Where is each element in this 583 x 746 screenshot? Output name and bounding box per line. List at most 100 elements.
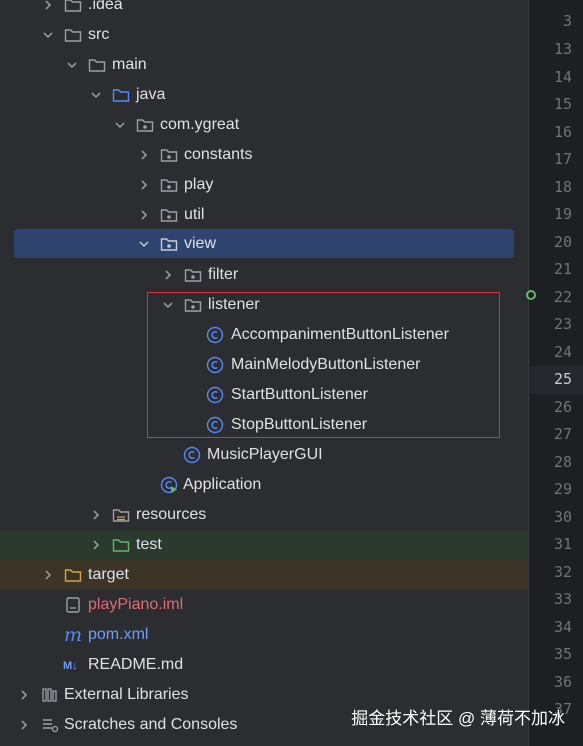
chevron-right-icon[interactable] <box>18 719 30 731</box>
chevron-right-icon[interactable] <box>138 209 150 221</box>
source-folder-icon <box>112 86 130 104</box>
line-number: 3 <box>562 12 572 30</box>
line-number: 36 <box>553 673 572 691</box>
chevron-right-icon[interactable] <box>90 509 102 521</box>
tree-item-target[interactable]: target <box>0 560 528 590</box>
svg-text:M↓: M↓ <box>63 660 78 672</box>
project-tree: .idea src main java com.ygreat constants… <box>0 0 528 746</box>
scratches-icon <box>41 716 59 734</box>
tree-item-label: resources <box>136 506 207 523</box>
line-number: 28 <box>553 453 572 471</box>
chevron-down-icon[interactable] <box>114 119 126 131</box>
package-icon <box>184 266 202 284</box>
line-number: 29 <box>553 480 572 498</box>
test-folder-icon <box>112 536 130 554</box>
tree-item-play[interactable]: play <box>0 170 528 200</box>
line-number: 15 <box>553 95 572 113</box>
chevron-down-icon[interactable] <box>42 29 54 41</box>
tree-item-constants[interactable]: constants <box>0 140 528 170</box>
tree-item-label: .idea <box>88 0 123 13</box>
runnable-class-icon <box>160 476 178 494</box>
highlight-box <box>147 292 500 438</box>
tree-item-label: util <box>184 206 205 223</box>
package-icon <box>136 116 154 134</box>
tree-item-label: Application <box>183 476 262 493</box>
line-number: 30 <box>553 508 572 526</box>
tree-item-com-ygreat[interactable]: com.ygreat <box>0 110 528 140</box>
tree-item-label: target <box>88 566 129 583</box>
resources-folder-icon <box>112 506 130 524</box>
line-number: 27 <box>553 425 572 443</box>
folder-icon <box>88 56 106 74</box>
line-number: 35 <box>553 645 572 663</box>
package-icon <box>160 176 178 194</box>
line-number: 21 <box>553 260 572 278</box>
tree-item-application[interactable]: Application <box>0 470 528 500</box>
tree-item-label: java <box>136 86 166 103</box>
chevron-right-icon[interactable] <box>42 0 54 11</box>
line-number: 17 <box>553 150 572 168</box>
chevron-right-icon[interactable] <box>138 179 150 191</box>
tree-item-label: constants <box>184 146 253 163</box>
tree-item-readme[interactable]: M↓ README.md <box>0 650 528 680</box>
line-number: 23 <box>553 315 572 333</box>
tree-item-idea[interactable]: .idea <box>0 0 528 20</box>
package-icon <box>160 206 178 224</box>
line-number: 14 <box>553 68 572 86</box>
line-number: 31 <box>553 535 572 553</box>
tree-item-label: view <box>184 235 217 252</box>
tree-item-util[interactable]: util <box>0 200 528 230</box>
line-number: 33 <box>553 590 572 608</box>
library-icon <box>41 686 59 704</box>
tree-item-java[interactable]: java <box>0 80 528 110</box>
excluded-folder-icon <box>64 566 82 584</box>
line-number: 20 <box>553 233 572 251</box>
tree-item-label: main <box>112 56 147 73</box>
tree-item-filter[interactable]: filter <box>0 260 528 290</box>
chevron-down-icon[interactable] <box>90 89 102 101</box>
chevron-right-icon[interactable] <box>42 569 54 581</box>
tree-item-label: Scratches and Consoles <box>64 716 238 733</box>
tree-item-label: src <box>88 26 110 43</box>
package-icon <box>160 146 178 164</box>
chevron-right-icon[interactable] <box>162 269 174 281</box>
maven-icon: m <box>63 624 83 646</box>
markdown-icon: M↓ <box>63 656 85 674</box>
chevron-down-icon[interactable] <box>66 59 78 71</box>
folder-icon <box>64 0 82 14</box>
tree-item-label: External Libraries <box>64 686 189 703</box>
line-number: 32 <box>553 563 572 581</box>
tree-item-view[interactable]: view <box>0 229 528 259</box>
tree-item-label: com.ygreat <box>160 116 240 133</box>
class-icon <box>183 446 201 464</box>
tree-item-iml-file[interactable]: playPiano.iml <box>0 590 528 620</box>
tree-item-label: filter <box>208 266 239 283</box>
tree-item-label: play <box>184 176 214 193</box>
watermark: 掘金技术社区 @ 薄荷不加冰 <box>351 709 565 728</box>
tree-item-test[interactable]: test <box>0 530 528 560</box>
chevron-right-icon[interactable] <box>90 539 102 551</box>
line-number: 22 <box>553 288 572 306</box>
tree-item-label: pom.xml <box>88 626 149 643</box>
line-number: 13 <box>553 40 572 58</box>
tree-item-main[interactable]: main <box>0 50 528 80</box>
tree-item-src[interactable]: src <box>0 20 528 50</box>
folder-icon <box>64 26 82 44</box>
tree-item-pom[interactable]: m pom.xml <box>0 620 528 650</box>
tree-item-label: MusicPlayerGUI <box>207 446 323 463</box>
chevron-right-icon[interactable] <box>18 689 30 701</box>
tree-item-label: README.md <box>88 656 184 673</box>
iml-file-icon <box>64 596 82 614</box>
tree-item-label: playPiano.iml <box>88 596 184 613</box>
tree-item-class[interactable]: MusicPlayerGUI <box>0 440 528 470</box>
line-number: 26 <box>553 398 572 416</box>
chevron-right-icon[interactable] <box>138 149 150 161</box>
line-number: 24 <box>553 343 572 361</box>
package-icon <box>160 235 178 253</box>
line-number: 19 <box>553 205 572 223</box>
tree-item-label: test <box>136 536 162 553</box>
chevron-down-icon[interactable] <box>138 238 150 250</box>
tree-item-resources[interactable]: resources <box>0 500 528 530</box>
line-number-active: 25 <box>553 370 572 388</box>
gutter-marker-icon <box>526 290 536 300</box>
